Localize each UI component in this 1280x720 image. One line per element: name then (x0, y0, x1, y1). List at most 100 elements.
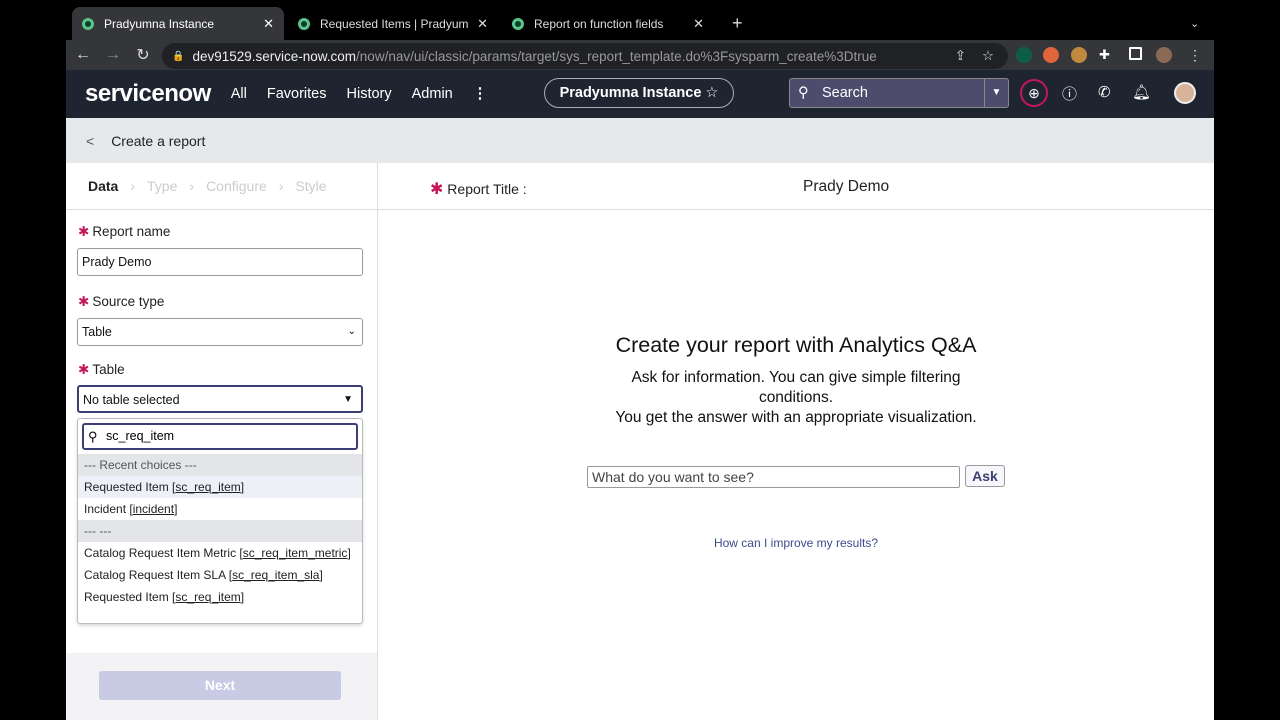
extension-icon[interactable] (1043, 47, 1059, 63)
report-title-bar: ✱ Report Title : Prady Demo (378, 163, 1214, 210)
extension-icon[interactable] (1016, 47, 1032, 63)
bookmark-star-icon[interactable]: ☆ (982, 48, 994, 64)
step-configure[interactable]: Configure (206, 178, 267, 194)
required-icon: ✱ (78, 362, 90, 377)
table-option[interactable]: Requested Item [sc_req_item] (78, 586, 362, 608)
next-button[interactable]: Next (99, 671, 341, 700)
step-type[interactable]: Type (147, 178, 177, 194)
close-tab-icon[interactable]: ✕ (693, 16, 704, 32)
chevron-down-icon: ⌄ (347, 326, 356, 337)
search-icon: ⚲ (798, 85, 809, 101)
new-tab-button[interactable]: + (722, 7, 753, 40)
chevron-right-icon: › (278, 178, 284, 194)
option-code: sc_req_item (175, 480, 241, 494)
nav-favorites[interactable]: Favorites (267, 86, 327, 102)
reload-icon[interactable]: ↻ (128, 45, 158, 65)
servicenow-favicon-icon (512, 17, 524, 30)
wizard-steps: Data › Type › Configure › Style (66, 163, 377, 210)
back-icon[interactable]: ← (68, 46, 98, 64)
close-tab-icon[interactable]: ✕ (263, 16, 274, 32)
search-icon: ⚲ (88, 429, 98, 444)
improve-results-link[interactable]: How can I improve my results? (378, 536, 1214, 550)
tab-bar: Pradyumna Instance ✕ Requested Items | Pr… (66, 0, 1214, 40)
analytics-qa: Create your report with Analytics Q&A As… (378, 333, 1214, 428)
source-type-label: ✱ Source type (78, 294, 165, 309)
table-dropdown: ⚲ sc_req_item --- Recent choices --- Reque… (77, 418, 363, 624)
report-name-label: ✱ Report name (78, 224, 171, 239)
side-panel-icon[interactable] (1129, 47, 1142, 60)
browser-menu-icon[interactable]: ⋮ (1188, 47, 1204, 63)
qa-description: Ask for information. You can give simple… (631, 369, 961, 406)
back-chevron-icon[interactable]: < (86, 133, 94, 149)
caret-down-icon: ▼ (343, 394, 353, 405)
page-header: < Create a report (66, 118, 1214, 163)
servicenow-favicon-icon (298, 17, 310, 30)
phone-icon[interactable]: ✆ (1098, 83, 1111, 101)
star-icon[interactable]: ☆ (705, 85, 718, 101)
option-code: incident (132, 502, 175, 516)
ask-input[interactable]: What do you want to see? (587, 466, 960, 488)
report-config-panel: Data › Type › Configure › Style ✱ Report nam… (66, 163, 378, 720)
option-code: sc_req_item_sla (232, 568, 320, 582)
option-code: sc_req_item_metric (242, 546, 348, 560)
page-title: Create a report (111, 132, 206, 149)
report-preview: ✱ Report Title : Prady Demo Create your … (378, 163, 1214, 720)
source-type-select[interactable]: Table ⌄ (77, 318, 363, 346)
step-style[interactable]: Style (295, 178, 326, 194)
report-name-input[interactable]: Prady Demo (77, 248, 363, 276)
instance-badge[interactable]: Pradyumna Instance ☆ (544, 78, 734, 108)
report-title-value[interactable]: Prady Demo (803, 178, 889, 196)
table-search-input[interactable]: ⚲ sc_req_item (82, 423, 358, 450)
global-search[interactable]: ⚲ Search ▼ (789, 78, 1009, 108)
chevron-right-icon: › (130, 178, 136, 194)
servicenow-logo[interactable]: servicenow (85, 80, 211, 108)
servicenow-favicon-icon (82, 17, 94, 30)
browser-tab[interactable]: Requested Items | Pradyumna ✕ (288, 7, 498, 40)
ask-button[interactable]: Ask (965, 465, 1005, 487)
user-avatar[interactable] (1174, 82, 1196, 104)
help-icon[interactable]: ⓘ (1062, 83, 1077, 104)
close-tab-icon[interactable]: ✕ (477, 16, 488, 32)
table-option[interactable]: Catalog Request Item SLA [sc_req_item_sl… (78, 564, 362, 586)
url-bar[interactable]: 🔒 dev91529.service-now.com/now/nav/ui/cla… (162, 43, 1008, 69)
chevron-right-icon: › (189, 178, 195, 194)
puzzle-extensions-icon[interactable]: ✚ (1099, 47, 1115, 63)
globe-icon[interactable]: ⊕ (1020, 79, 1048, 107)
bell-icon[interactable]: 🔔︎ (1132, 83, 1151, 101)
step-data[interactable]: Data (88, 178, 118, 194)
browser-tab[interactable]: Pradyumna Instance ✕ (72, 7, 284, 40)
report-title-label: Report Title : (447, 181, 527, 197)
lock-icon: 🔒 (172, 50, 185, 62)
required-icon: ✱ (78, 224, 90, 239)
nav-admin[interactable]: Admin (412, 86, 453, 102)
option-name: Incident (84, 502, 127, 516)
report-builder: < Create a report Data › Type › Configure › … (66, 118, 1214, 720)
table-option[interactable]: Incident [incident] (78, 498, 362, 520)
table-option[interactable]: Requested Item [sc_req_item] (78, 476, 362, 498)
browser-window: Pradyumna Instance ✕ Requested Items | Pr… (66, 0, 1214, 720)
share-icon[interactable]: ⇪ (955, 48, 966, 64)
table-select[interactable]: No table selected ▼ (77, 385, 363, 413)
more-menu-icon[interactable]: ⋮ (473, 86, 488, 102)
table-label: ✱ Table (78, 362, 125, 377)
nav-history[interactable]: History (347, 86, 392, 102)
table-option[interactable]: Catalog Request Item Metric [sc_req_item… (78, 542, 362, 564)
forward-icon[interactable]: → (98, 46, 128, 64)
address-toolbar: ← → ↻ 🔒 dev91529.service-now.com/now/nav/… (66, 40, 1214, 70)
option-group-header: --- --- (78, 520, 362, 542)
option-group-header: --- Recent choices --- (78, 454, 362, 476)
extension-icon[interactable] (1071, 47, 1087, 63)
option-name: Catalog Request Item SLA (84, 568, 226, 582)
option-code: sc_req_item (175, 590, 241, 604)
profile-avatar[interactable] (1156, 47, 1172, 63)
nav-all[interactable]: All (231, 86, 247, 102)
qa-heading: Create your report with Analytics Q&A (615, 333, 977, 357)
qa-description: You get the answer with an appropriate v… (615, 409, 977, 426)
required-icon: ✱ (430, 181, 444, 198)
search-scope-dropdown[interactable]: ▼ (984, 79, 1008, 107)
browser-tab[interactable]: Report on function fields ✕ (502, 7, 714, 40)
tab-list-chevron-icon[interactable]: ⌄ (1180, 7, 1209, 40)
option-name: Catalog Request Item Metric (84, 546, 237, 560)
servicenow-top-nav: servicenow All Favorites History Admin ⋮… (66, 70, 1214, 118)
required-icon: ✱ (78, 294, 90, 309)
